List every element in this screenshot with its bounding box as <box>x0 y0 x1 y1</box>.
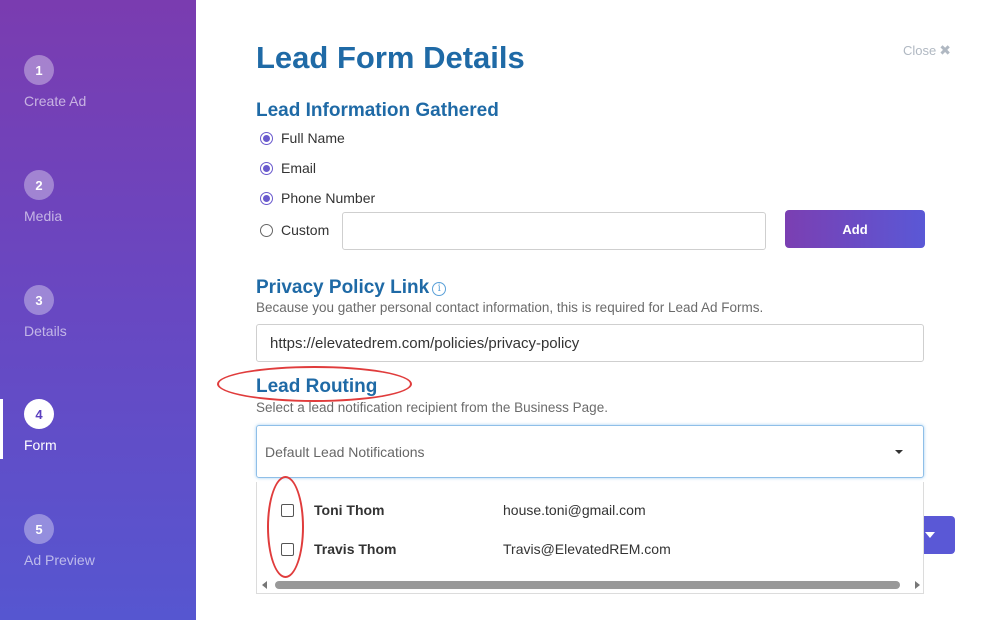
lead-info-title: Lead Information Gathered <box>256 100 499 121</box>
privacy-title: Privacy Policy Link <box>256 277 430 298</box>
option-label: Custom <box>281 222 330 238</box>
lead-notification-select[interactable]: Default Lead Notifications <box>256 425 924 478</box>
dropdown-toggle-button[interactable] <box>920 516 955 554</box>
recipient-dropdown-list: Toni Thom house.toni@gmail.com Travis Th… <box>256 482 924 594</box>
active-step-indicator <box>0 399 3 459</box>
step-details[interactable]: 3 Details <box>24 285 67 339</box>
option-full-name[interactable]: Full Name <box>260 130 345 146</box>
select-value: Default Lead Notifications <box>265 443 425 460</box>
recipient-checkbox[interactable] <box>281 503 294 517</box>
close-label: Close <box>903 43 937 58</box>
info-icon[interactable]: i <box>432 282 447 296</box>
step-label: Ad Preview <box>24 552 95 568</box>
list-item[interactable]: Travis Thom Travis@ElevatedREM.com <box>257 537 923 561</box>
custom-field-input[interactable] <box>342 212 766 250</box>
option-label: Full Name <box>281 130 345 146</box>
step-form[interactable]: 4 Form <box>24 399 57 453</box>
option-label: Phone Number <box>281 190 376 206</box>
option-label: Email <box>281 160 317 176</box>
recipient-email: Travis@ElevatedREM.com <box>503 541 671 557</box>
radio-checked[interactable] <box>260 161 273 175</box>
recipient-checkbox[interactable] <box>281 542 294 556</box>
page-title: Lead Form Details <box>256 40 525 75</box>
close-button[interactable]: Close ✖ <box>903 42 951 59</box>
radio-unchecked[interactable] <box>260 223 273 237</box>
step-number: 2 <box>24 170 54 200</box>
step-number: 5 <box>24 514 54 544</box>
horizontal-scrollbar[interactable] <box>261 580 921 590</box>
step-label: Create Ad <box>24 93 87 109</box>
add-button[interactable]: Add <box>785 210 925 248</box>
option-custom[interactable]: Custom <box>260 222 329 238</box>
scroll-left-icon[interactable] <box>262 581 267 589</box>
step-label: Form <box>24 437 57 453</box>
step-sidebar: 1 Create Ad 2 Media 3 Details 4 Form 5 A… <box>0 0 196 620</box>
close-icon: ✖ <box>939 42 951 58</box>
privacy-description: Because you gather personal contact info… <box>256 300 764 315</box>
step-label: Media <box>24 208 63 224</box>
step-media[interactable]: 2 Media <box>24 170 62 224</box>
radio-checked[interactable] <box>260 191 273 205</box>
step-number: 1 <box>24 55 54 85</box>
scrollbar-thumb[interactable] <box>275 581 900 589</box>
option-phone-number[interactable]: Phone Number <box>260 190 375 206</box>
step-label: Details <box>24 323 67 339</box>
radio-checked[interactable] <box>260 131 273 145</box>
list-item[interactable]: Toni Thom house.toni@gmail.com <box>257 498 923 522</box>
step-number: 3 <box>24 285 54 315</box>
recipient-email: house.toni@gmail.com <box>503 502 646 518</box>
recipient-name: Toni Thom <box>314 502 385 518</box>
caret-down-icon <box>895 450 903 454</box>
scroll-right-icon[interactable] <box>915 581 920 589</box>
privacy-url-input[interactable]: https://elevatedrem.com/policies/privacy… <box>256 324 924 362</box>
privacy-title-row: Privacy Policy Link i <box>256 277 447 299</box>
caret-down-icon <box>925 532 935 538</box>
lead-routing-title: Lead Routing <box>256 376 378 397</box>
step-number: 4 <box>24 399 54 429</box>
recipient-name: Travis Thom <box>314 541 397 557</box>
step-ad-preview[interactable]: 5 Ad Preview <box>24 514 95 568</box>
option-email[interactable]: Email <box>260 160 316 176</box>
lead-routing-description: Select a lead notification recipient fro… <box>256 400 608 415</box>
step-create-ad[interactable]: 1 Create Ad <box>24 55 86 109</box>
